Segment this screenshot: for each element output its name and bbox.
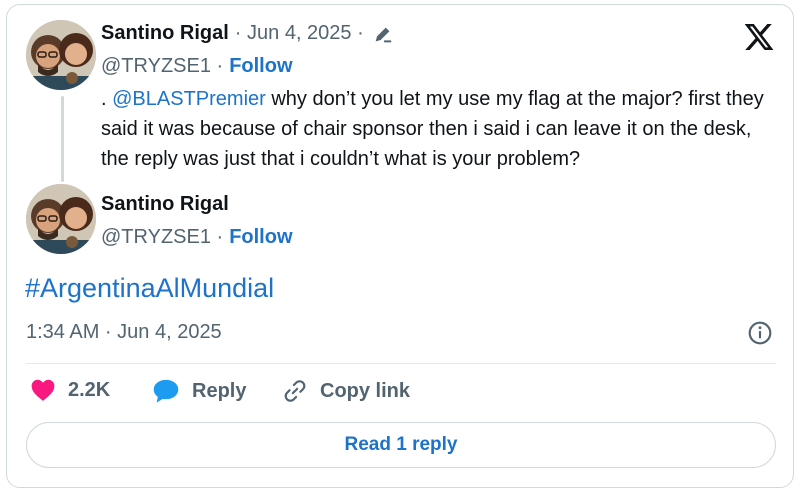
- like-button[interactable]: 2.2K: [30, 378, 110, 402]
- post-body: . @BLASTPremier why don’t you let my use…: [101, 84, 771, 174]
- read-replies-button[interactable]: Read 1 reply: [26, 422, 776, 468]
- avatar[interactable]: [26, 184, 96, 254]
- copy-link-button[interactable]: Copy link: [282, 378, 410, 404]
- heart-icon: [31, 379, 55, 401]
- x-logo-icon[interactable]: [742, 21, 776, 53]
- reply-label: Reply: [192, 379, 247, 402]
- mention-link[interactable]: @BLASTPremier: [112, 88, 266, 110]
- post-timestamp[interactable]: 1:34 AM · Jun 4, 2025: [26, 321, 222, 344]
- post-date[interactable]: · Jun 4, 2025 ·: [235, 22, 364, 45]
- hashtag-link[interactable]: #ArgentinaAlMundial: [25, 273, 274, 304]
- speech-bubble-icon: [153, 379, 179, 403]
- body-prefix: .: [101, 88, 113, 110]
- follow-button[interactable]: Follow: [229, 226, 292, 249]
- author-handle[interactable]: @TRYZSE1 ·: [101, 226, 223, 249]
- reply-button[interactable]: Reply: [152, 378, 246, 404]
- author-name[interactable]: Santino Rigal: [101, 22, 229, 45]
- info-icon[interactable]: [747, 320, 773, 346]
- pencil-icon: [375, 27, 392, 42]
- author-handle[interactable]: @TRYZSE1 ·: [101, 55, 223, 78]
- link-icon: [284, 380, 306, 402]
- like-count: 2.2K: [68, 378, 111, 401]
- follow-button[interactable]: Follow: [229, 55, 292, 78]
- thread-connector: [61, 96, 64, 182]
- copy-link-label: Copy link: [320, 379, 411, 402]
- avatar[interactable]: [26, 20, 96, 90]
- read-replies-label: Read 1 reply: [344, 434, 458, 455]
- author-name[interactable]: Santino Rigal: [101, 193, 229, 216]
- divider: [26, 363, 776, 364]
